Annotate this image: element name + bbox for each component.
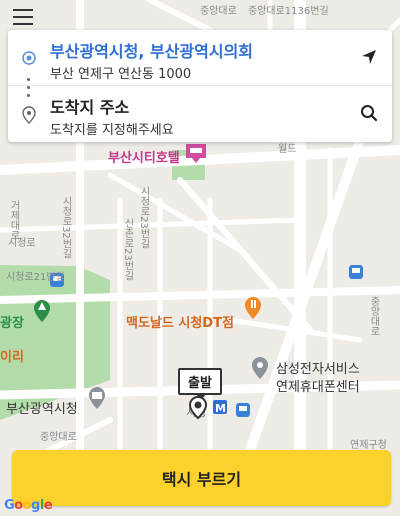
- road-label: 중앙대로: [200, 6, 237, 17]
- google-logo: Google: [4, 498, 53, 513]
- poi-hotel[interactable]: 부산시티호텔: [108, 147, 180, 166]
- road-label: 시청로23번길: [138, 186, 149, 249]
- hamburger-icon: [13, 9, 33, 11]
- road-label: 중앙대로: [40, 432, 77, 443]
- svg-text:M: M: [215, 402, 226, 415]
- road-label: 신촌로23번길: [122, 218, 133, 281]
- search-icon[interactable]: [360, 104, 378, 122]
- poi-plaza[interactable]: 광장: [0, 312, 24, 331]
- road-label: 연제구청: [350, 440, 387, 451]
- road-label: 시청로32번길: [60, 196, 71, 259]
- road-label: 중앙대로: [368, 296, 379, 336]
- origin-row[interactable]: 부산광역시청, 부산광역시의회 부산 연제구 연산동 1000: [8, 30, 392, 86]
- menu-button[interactable]: [13, 9, 35, 27]
- road-label: 시청로21번길: [6, 272, 65, 283]
- call-taxi-button[interactable]: 택시 부르기: [12, 450, 391, 506]
- metro-icon: M: [213, 400, 227, 415]
- poi-ri: 이리: [0, 350, 24, 365]
- destination-title: 도착지 주소: [50, 98, 130, 117]
- road-label: 시청로: [8, 238, 36, 249]
- origin-address: 부산 연제구 연산동 1000: [50, 67, 192, 82]
- poi-mcdonalds[interactable]: 맥도날드 시청DT점: [126, 312, 234, 331]
- destination-row[interactable]: 도착지 주소 도착지를 지정해주세요: [8, 86, 392, 142]
- road-label: 월드: [278, 144, 297, 155]
- road-label: 중앙대로1136번길: [248, 6, 329, 17]
- route-search-card: 부산광역시청, 부산광역시의회 부산 연제구 연산동 1000 도착지 주소 도…: [8, 30, 392, 142]
- poi-samsung-line2: 연제휴대폰센터: [276, 380, 360, 395]
- start-pin-icon[interactable]: [188, 396, 208, 420]
- poi-samsung[interactable]: 삼성전자서비스: [276, 358, 360, 377]
- destination-hint: 도착지를 지정해주세요: [50, 123, 174, 138]
- start-label: 출발: [178, 368, 222, 400]
- current-location-icon[interactable]: [360, 48, 378, 66]
- destination-pin-icon: [22, 106, 36, 124]
- origin-title: 부산광역시청, 부산광역시의회: [50, 42, 254, 61]
- poi-cityhall[interactable]: 부산광역시청: [6, 398, 78, 417]
- origin-target-icon: [22, 51, 36, 65]
